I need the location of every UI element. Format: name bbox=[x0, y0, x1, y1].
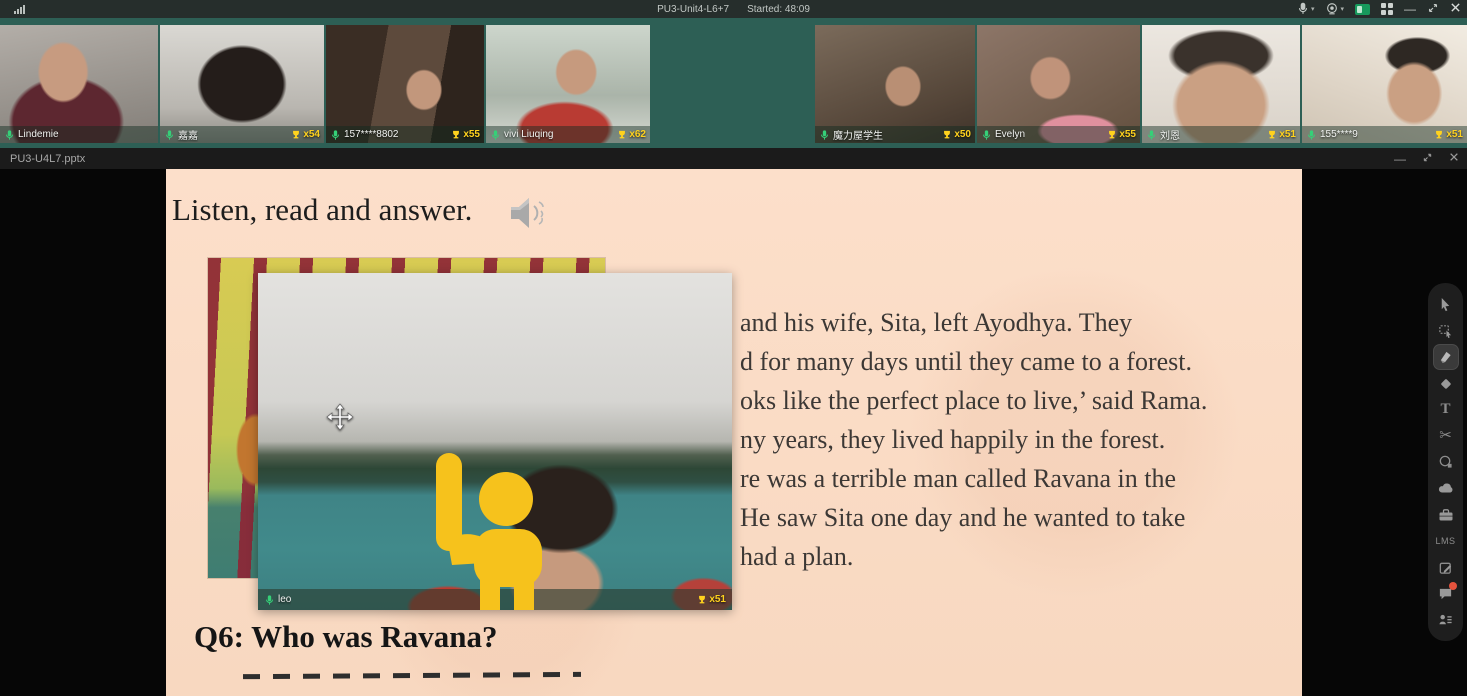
signal-bars-icon bbox=[14, 5, 25, 14]
participant-tile[interactable]: 155****9 x51 bbox=[1302, 25, 1467, 143]
grid-view-icon[interactable] bbox=[1381, 3, 1393, 15]
app-minimize-button[interactable]: — bbox=[1404, 3, 1416, 15]
trophy-badge: x51 bbox=[1434, 129, 1463, 140]
ppt-minimize-button[interactable]: — bbox=[1394, 153, 1406, 165]
hand-raised-icon bbox=[430, 451, 558, 610]
ppt-filename: PU3-U4L7.pptx bbox=[10, 153, 85, 165]
pointer-tool-icon[interactable] bbox=[1434, 292, 1458, 316]
participant-name: 魔力屋学生 bbox=[833, 127, 883, 142]
participant-tile[interactable]: 魔力屋学生 x50 bbox=[815, 25, 975, 143]
annotation-toolbar: T ✂ LMS bbox=[1428, 283, 1463, 641]
participant-tile[interactable]: Evelyn x55 bbox=[977, 25, 1140, 143]
story-line: He saw Sita one day and he wanted to tak… bbox=[740, 498, 1292, 537]
participant-name: 157****8802 bbox=[344, 129, 399, 140]
trophy-badge: x51 bbox=[1267, 129, 1296, 140]
trophy-badge: x54 bbox=[291, 129, 320, 140]
story-line: had a plan. bbox=[740, 537, 1292, 576]
move-cursor-icon bbox=[326, 403, 354, 436]
camera-icon[interactable]: ▾ bbox=[1325, 2, 1344, 16]
participant-name: 刘恩 bbox=[1160, 127, 1180, 142]
participant-name: 嘉嘉 bbox=[178, 127, 198, 142]
session-info: PU3-Unit4-L6+7 Started: 48:09 bbox=[657, 0, 810, 18]
session-title: PU3-Unit4-L6+7 bbox=[657, 4, 729, 15]
app-resize-button[interactable] bbox=[1427, 2, 1439, 17]
video-strip: Lindemie 嘉嘉 x54 157****8802 x55 vivi Liu… bbox=[0, 18, 1467, 148]
annotate-icon[interactable] bbox=[1434, 555, 1458, 579]
story-line: re was a terrible man called Ravana in t… bbox=[740, 459, 1292, 498]
participant-name: Lindemie bbox=[18, 129, 59, 140]
slide-heading: Listen, read and answer. bbox=[172, 192, 472, 228]
trophy-badge: x55 bbox=[451, 129, 480, 140]
eraser-tool-icon[interactable] bbox=[1434, 371, 1458, 395]
screen-share-active-icon[interactable] bbox=[1355, 4, 1370, 15]
roster-icon[interactable] bbox=[1434, 608, 1458, 632]
app-title-bar: PU3-Unit4-L6+7 Started: 48:09 ▾ ▾ — bbox=[0, 0, 1467, 18]
lms-button[interactable]: LMS bbox=[1434, 529, 1458, 553]
story-line: oks like the perfect place to live,’ sai… bbox=[740, 381, 1292, 420]
participant-tile[interactable]: 刘恩 x51 bbox=[1142, 25, 1300, 143]
ppt-resize-button[interactable] bbox=[1422, 152, 1433, 166]
chat-icon[interactable] bbox=[1434, 581, 1458, 605]
select-tool-icon[interactable] bbox=[1434, 318, 1458, 342]
trophy-badge: x62 bbox=[617, 129, 646, 140]
scissors-tool-icon[interactable]: ✂ bbox=[1434, 424, 1458, 448]
classroom-app: PU3-Unit4-L6+7 Started: 48:09 ▾ ▾ — bbox=[0, 0, 1467, 696]
session-timer: Started: 48:09 bbox=[747, 4, 810, 15]
story-text: and his wife, Sita, left Ayodhya. They d… bbox=[740, 303, 1292, 576]
strip-gap bbox=[652, 25, 813, 143]
trophy-badge: x51 bbox=[697, 594, 726, 605]
cloud-icon[interactable] bbox=[1434, 476, 1458, 500]
ppt-window-titlebar[interactable]: PU3-U4L7.pptx — bbox=[0, 148, 1467, 169]
participant-name: leo bbox=[278, 594, 291, 605]
trophy-badge: x50 bbox=[942, 129, 971, 140]
question-text: Q6: Who was Ravana? bbox=[194, 619, 497, 655]
participant-tile[interactable]: 嘉嘉 x54 bbox=[160, 25, 324, 143]
story-line: d for many days until they came to a for… bbox=[740, 342, 1292, 381]
toolbox-icon[interactable] bbox=[1434, 503, 1458, 527]
speaker-icon[interactable] bbox=[506, 191, 558, 244]
app-close-button[interactable] bbox=[1450, 2, 1461, 16]
participant-tile[interactable]: 157****8802 x55 bbox=[326, 25, 484, 143]
shape-tool-icon[interactable] bbox=[1434, 450, 1458, 474]
text-tool-icon[interactable]: T bbox=[1434, 397, 1458, 421]
dashed-underline bbox=[243, 672, 581, 679]
story-line: and his wife, Sita, left Ayodhya. They bbox=[740, 303, 1292, 342]
participant-tile[interactable]: vivi Liuqing x62 bbox=[486, 25, 650, 143]
participant-name: Evelyn bbox=[995, 129, 1025, 140]
ppt-close-button[interactable] bbox=[1449, 152, 1459, 165]
trophy-badge: x55 bbox=[1107, 129, 1136, 140]
participant-name: vivi Liuqing bbox=[504, 129, 553, 140]
brush-tool-icon[interactable] bbox=[1434, 345, 1458, 369]
microphone-icon[interactable]: ▾ bbox=[1296, 2, 1315, 16]
notification-dot bbox=[1449, 582, 1457, 590]
floating-student-video[interactable]: leo x51 bbox=[258, 273, 732, 610]
participant-tile[interactable]: Lindemie bbox=[0, 25, 158, 143]
participant-name: 155****9 bbox=[1320, 129, 1358, 140]
story-line: ny years, they lived happily in the fore… bbox=[740, 420, 1292, 459]
